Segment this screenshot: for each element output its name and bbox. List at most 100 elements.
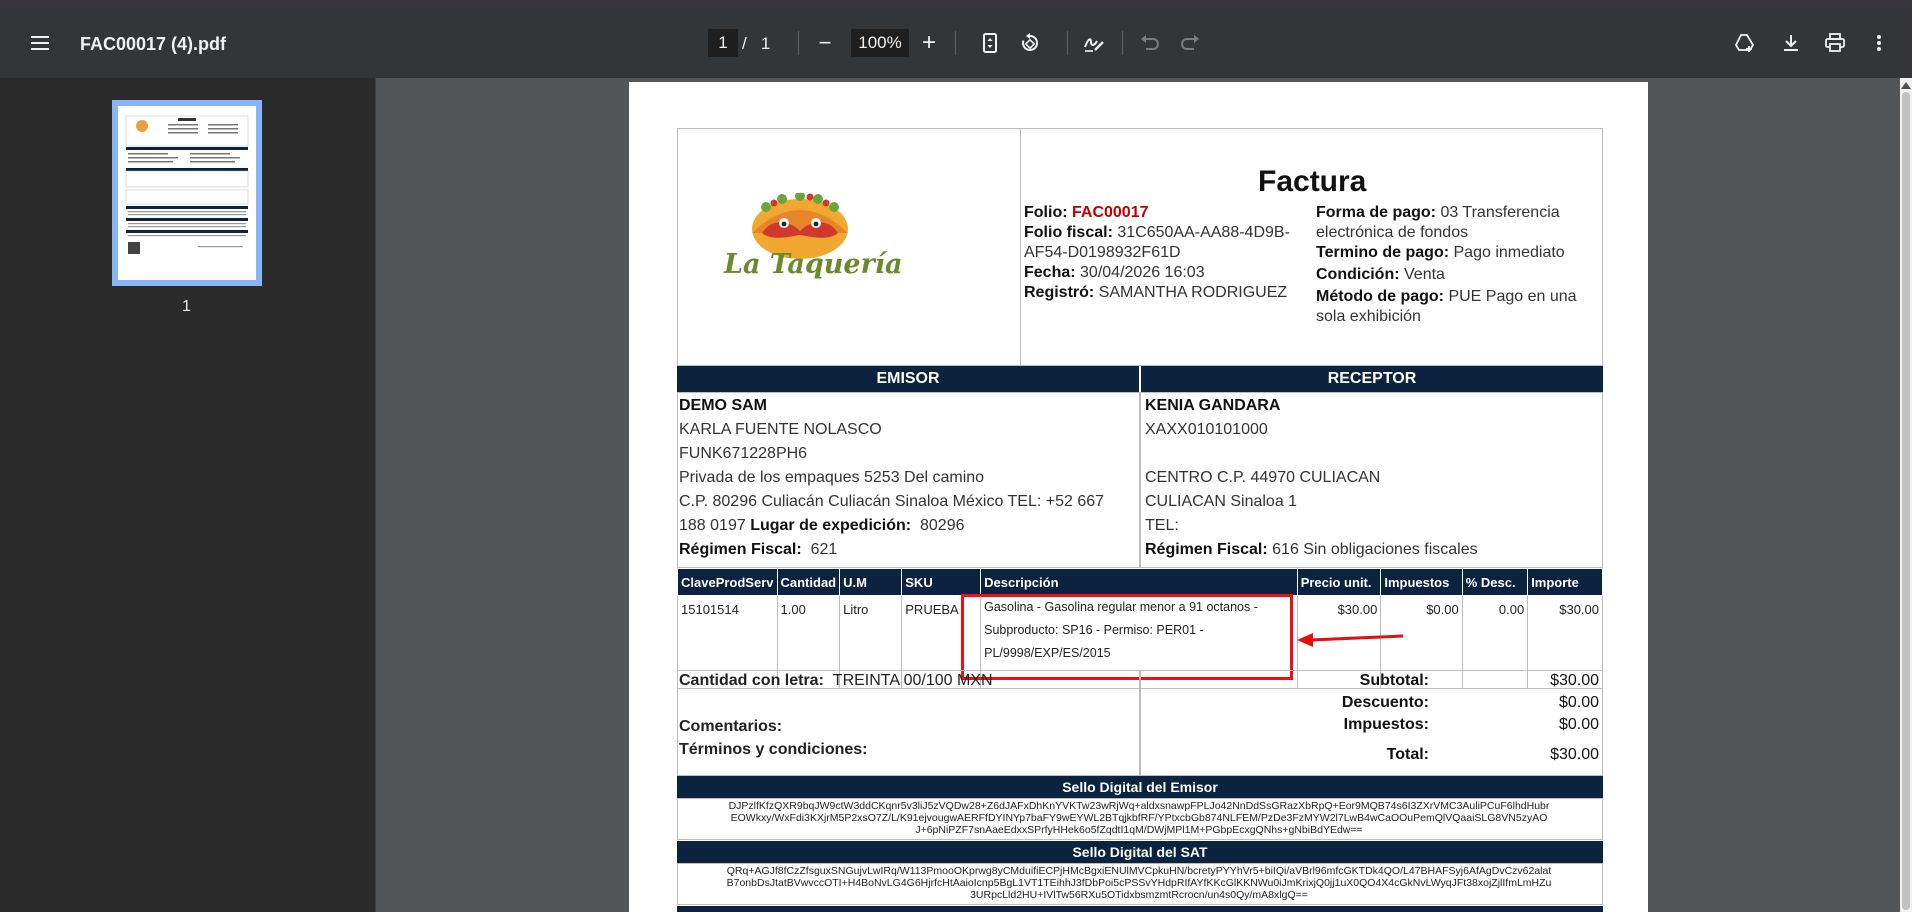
total-label: Total:	[1386, 746, 1429, 763]
emisor-regimen-value: 621	[810, 541, 838, 558]
items-header-row: ClaveProdServ Cantidad U.M SKU Descripci…	[677, 568, 1603, 596]
sello-emisor-line-1: DJPzlfKfzQXR9bqJW9ctW3ddCKqnr5v3liJ5zVQD…	[728, 800, 1550, 812]
window-top-strip	[0, 0, 1912, 8]
receptor-line-3: CENTRO C.P. 44970 CULIACAN	[1145, 469, 1381, 486]
emisor-line-5: 188 0197	[679, 517, 746, 534]
subtotal-value: $30.00	[1550, 672, 1599, 689]
col-header-sku: SKU	[901, 568, 982, 596]
save-to-drive-icon[interactable]	[1728, 26, 1762, 60]
termino-pago-value: Pago inmediato	[1453, 244, 1565, 261]
page-number-input[interactable]: 1	[708, 29, 738, 57]
emisor-details: DEMO SAM KARLA FUENTE NOLASCO FUNK671228…	[679, 394, 1137, 562]
receptor-details: KENIA GANDARA XAXX010101000 CENTRO C.P. …	[1145, 394, 1599, 562]
termino-pago-label: Termino de pago:	[1316, 244, 1450, 261]
sello-sat-header: Sello Digital del SAT	[677, 841, 1603, 863]
fit-to-page-icon[interactable]	[973, 26, 1007, 60]
print-icon[interactable]	[1818, 26, 1852, 60]
emisor-line-1: KARLA FUENTE NOLASCO	[679, 421, 882, 438]
emisor-line-4: C.P. 80296 Culiacán Culiacán Sinaloa Méx…	[679, 493, 1105, 510]
fecha-value: 30/04/2026 16:03	[1080, 264, 1205, 281]
col-header-clave: ClaveProdServ	[677, 568, 778, 596]
redo-icon[interactable]	[1173, 26, 1207, 60]
fecha-label: Fecha:	[1024, 264, 1076, 281]
scrollbar-thumb[interactable]	[1902, 92, 1910, 910]
annotation-arrow-icon	[1297, 633, 1404, 647]
folio-value: FAC00017	[1072, 204, 1149, 221]
receptor-line-5: TEL:	[1145, 517, 1179, 534]
receptor-regimen-value: 616 Sin obligaciones fiscales	[1272, 541, 1478, 558]
invoice-info-right: Forma de pago: 03 Transferencia electrón…	[1316, 203, 1600, 327]
hamburger-menu-icon[interactable]	[23, 26, 57, 60]
receptor-line-4: CULIACAN Sinaloa 1	[1145, 493, 1298, 510]
col-header-descuento: % Desc.	[1461, 568, 1529, 596]
zoom-level-input[interactable]: 100%	[851, 29, 909, 57]
sello-emisor-header: Sello Digital del Emisor	[677, 776, 1603, 798]
sello-emisor-line-3: J+6pNiPZF7snAaeEdxxSPrfyHHek6o5fZqdtI1qM…	[915, 824, 1363, 836]
emisor-line-3: Privada de los empaques 5253 Del camino	[679, 469, 985, 486]
condicion-value: Venta	[1404, 266, 1445, 283]
thumbnail-page-number: 1	[182, 298, 191, 315]
page-count: 1	[760, 34, 771, 53]
forma-pago-value-1: 03 Transferencia	[1440, 204, 1560, 221]
page-thumbnail[interactable]	[112, 100, 262, 286]
sello-sat-line-1: QRq+AGJf8fCzZfsguxSNGujvLwIRq/W113PmooOK…	[726, 865, 1552, 877]
pdf-toolbar: FAC00017 (4).pdf 1 / 1 − 100% +	[0, 8, 1912, 78]
total-value: $30.00	[1550, 746, 1599, 763]
logo-text: La Taquería	[724, 249, 903, 280]
document-viewer[interactable]: La Taquería Factura Folio: FAC00017 Foli…	[376, 78, 1912, 912]
receptor-line-1: XAXX010101000	[1145, 421, 1268, 438]
folio-fiscal-value-1: 31C650AA-AA88-4D9B-	[1117, 224, 1290, 241]
receptor-name: KENIA GANDARA	[1145, 397, 1281, 414]
next-section-header	[677, 906, 1603, 912]
subtotal-label: Subtotal:	[1359, 672, 1429, 689]
pdf-page: La Taquería Factura Folio: FAC00017 Foli…	[629, 82, 1648, 912]
undo-icon[interactable]	[1133, 26, 1167, 60]
rotate-icon[interactable]	[1013, 26, 1047, 60]
cantidad-letra-label: Cantidad con letra:	[679, 672, 824, 689]
vertical-scrollbar[interactable]	[1900, 78, 1912, 912]
receptor-regimen-label: Régimen Fiscal:	[1145, 541, 1268, 558]
col-header-cantidad: Cantidad	[776, 568, 841, 596]
invoice-title: Factura	[1258, 165, 1367, 198]
emisor-regimen-label: Régimen Fiscal:	[679, 541, 802, 558]
cantidad-letra-value: TREINTA 00/100 MXN	[832, 672, 993, 689]
impuestos-value: $0.00	[1558, 716, 1599, 733]
zoom-out-button[interactable]: −	[808, 26, 842, 60]
sello-sat-line-3: 3URpcLld2HU+IVlTw56RXu5OTidxbsmzmtRcrocn…	[970, 889, 1308, 901]
folio-fiscal-label: Folio fiscal:	[1024, 224, 1113, 241]
descuento-label: Descuento:	[1341, 694, 1429, 711]
col-header-impuestos: Impuestos	[1380, 568, 1463, 596]
download-icon[interactable]	[1774, 26, 1808, 60]
sello-emisor-text: DJPzlfKfzQXR9bqJW9ctW3ddCKqnr5v3liJ5zVQD…	[677, 800, 1601, 836]
zoom-in-button[interactable]: +	[912, 26, 946, 60]
col-header-descripcion: Descripción	[980, 568, 1298, 596]
sello-emisor-line-2: EOWkxy/WxFdi3KXjrM5P2xsO7Z/L/K91ejvougwA…	[730, 812, 1548, 824]
condicion-label: Condición:	[1316, 266, 1400, 283]
more-vertical-icon[interactable]	[1862, 26, 1896, 60]
invoice-info-left: Folio: FAC00017 Folio fiscal: 31C650AA-A…	[1024, 203, 1314, 303]
draw-annotation-icon[interactable]	[1077, 26, 1111, 60]
sello-sat-line-2: B7onbDsJtatBVwvccOTI+H4BoNvLG4G6HjrfcHtA…	[726, 877, 1552, 889]
lugar-expedicion-value: 80296	[920, 517, 965, 534]
registro-label: Registró:	[1024, 284, 1095, 301]
impuestos-label: Impuestos:	[1343, 716, 1429, 733]
metodo-pago-value-1: PUE Pago en una	[1448, 288, 1577, 305]
terminos-label: Términos y condiciones:	[679, 741, 868, 758]
scroll-up-arrow-icon[interactable]	[1901, 82, 1911, 89]
receptor-line-2	[1145, 442, 1599, 466]
toolbar-divider	[798, 31, 799, 55]
emisor-header: EMISOR	[677, 366, 1139, 392]
forma-pago-label: Forma de pago:	[1316, 204, 1437, 221]
page-separator: /	[742, 34, 747, 53]
col-header-precio: Precio unit.	[1296, 568, 1382, 596]
metodo-pago-label: Método de pago:	[1316, 288, 1444, 305]
receptor-header: RECEPTOR	[1141, 366, 1603, 392]
page-total: / 1	[742, 34, 770, 54]
col-header-um: U.M	[839, 568, 903, 596]
toolbar-divider	[1067, 31, 1068, 55]
document-title: FAC00017 (4).pdf	[80, 34, 227, 54]
lugar-expedicion-label: Lugar de expedición:	[750, 517, 912, 534]
annotation-highlight-box	[961, 594, 1293, 680]
folio-label: Folio:	[1024, 204, 1068, 221]
logo-cell: La Taquería	[678, 129, 1021, 365]
